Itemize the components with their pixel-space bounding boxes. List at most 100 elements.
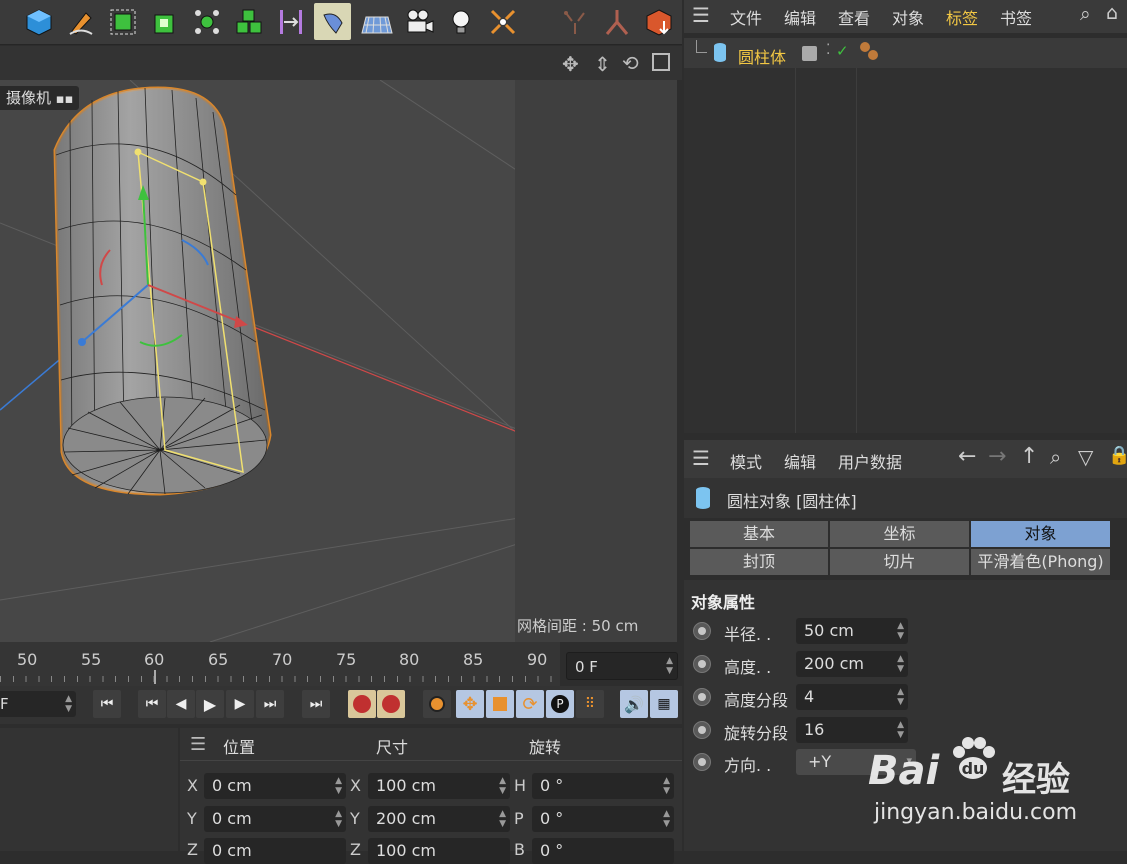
hamburger-menu-icon[interactable]: ☰ (692, 446, 710, 470)
lock-icon[interactable]: 🔒 (1108, 445, 1127, 466)
next-key-button[interactable]: ⏭ (256, 690, 284, 718)
object-name[interactable]: 圆柱体 (738, 44, 786, 68)
forward-arrow-icon[interactable]: → (988, 444, 1006, 469)
key-pla-icon[interactable]: ⠿ (576, 690, 604, 718)
current-frame-field[interactable]: 0 F ▲ ▼ (566, 652, 678, 680)
size-y-field[interactable]: 200 cm ▲ ▼ (368, 806, 510, 832)
tick-label: 75 (336, 650, 357, 669)
render-to-picture-icon[interactable] (640, 3, 677, 40)
tab-phong[interactable]: 平滑着色(Phong) (971, 549, 1110, 575)
tab-basic[interactable]: 基本 (690, 521, 828, 547)
key-position-icon[interactable]: ✥ (456, 690, 484, 718)
tab-coord[interactable]: 坐标 (830, 521, 969, 547)
play-button[interactable]: ▶ (196, 690, 224, 718)
tab-slice[interactable]: 切片 (830, 549, 969, 575)
orientation-value: +Y (808, 752, 832, 771)
radius-field[interactable]: 50 cm ▲ ▼ (796, 618, 908, 644)
playhead-marker[interactable] (154, 670, 156, 684)
go-to-end-button[interactable]: ⏭ (302, 690, 330, 718)
light-bulb-icon[interactable] (442, 3, 479, 40)
key-rotation-icon[interactable]: ⟳ (516, 690, 544, 718)
cloner-icon[interactable] (188, 3, 225, 40)
camera-icon[interactable] (400, 3, 437, 40)
camera-label[interactable]: 摄像机 ▪▪ (0, 86, 80, 110)
keyframe-toggle-icon[interactable] (693, 721, 711, 739)
maximize-view-icon[interactable] (652, 53, 670, 71)
tracer-icon[interactable] (484, 3, 521, 40)
watermark-url: jingyan.baidu.com (874, 800, 1078, 825)
keyframe-toggle-icon[interactable] (693, 753, 711, 771)
pos-y-field[interactable]: 0 cm ▲ ▼ (204, 806, 346, 832)
tick-label: 80 (399, 650, 420, 669)
move-view-icon[interactable]: ✥ (562, 52, 579, 76)
key-scale-icon[interactable] (486, 690, 514, 718)
pen-spline-icon[interactable] (62, 3, 99, 40)
back-arrow-icon[interactable]: ← (958, 444, 976, 469)
enabled-check-icon[interactable]: ✓ (836, 42, 849, 60)
material-tag-icon[interactable] (868, 50, 878, 60)
start-frame-field[interactable]: F ▲ ▼ (0, 691, 76, 717)
menu-edit[interactable]: 编辑 (784, 449, 816, 473)
tab-caps[interactable]: 封顶 (690, 549, 828, 575)
joint-icon[interactable] (598, 3, 635, 40)
extrude-icon[interactable] (146, 3, 183, 40)
hamburger-menu-icon[interactable]: ☰ (190, 734, 206, 755)
menu-file[interactable]: 文件 (730, 5, 762, 29)
playback-bar: F ▲ ▼ ⏮ ⏮ ◀ ▶ ▶ ⏭ ⏭ ✥ ⟳ P ⠿ 🔊 ▦ (0, 686, 682, 724)
pos-x-field[interactable]: 0 cm ▲ ▼ (204, 773, 346, 799)
key-parameter-icon[interactable]: P (546, 690, 574, 718)
keyframe-toggle-icon[interactable] (693, 655, 711, 673)
keyframe-toggle-icon[interactable] (693, 622, 711, 640)
sound-icon[interactable]: 🔊 (620, 690, 648, 718)
prev-key-button[interactable]: ⏮ (138, 690, 166, 718)
floor-plane-icon[interactable] (358, 3, 395, 40)
object-row-cylinder[interactable]: 圆柱体 ⁚ ✓ (684, 38, 1127, 68)
keyframe-selection-icon[interactable] (423, 690, 451, 718)
rotate-view-icon[interactable]: ⟲ (622, 51, 639, 75)
record-keys-icon[interactable] (348, 690, 376, 718)
deformer-active-icon[interactable] (314, 3, 351, 40)
xpresso-icon[interactable] (556, 3, 593, 40)
watermark-brand: Bai (868, 748, 940, 794)
timeline-ruler[interactable]: 50 55 60 65 70 75 80 85 90 (0, 642, 560, 686)
visibility-dots-icon[interactable]: ⁚ (826, 42, 830, 58)
prev-frame-button[interactable]: ◀ (167, 690, 195, 718)
cube-primitive-icon[interactable] (20, 3, 57, 40)
search-icon[interactable]: ⌕ (1050, 445, 1061, 469)
hamburger-menu-icon[interactable]: ☰ (692, 3, 710, 27)
coordinates-panel: ☰ 位置 尺寸 旋转 X 0 cm ▲ ▼ X 100 cm ▲ ▼ H 0 ° ▲ ▼ Y… (180, 728, 682, 864)
spinner-icon[interactable]: ▲ ▼ (65, 694, 72, 714)
home-icon[interactable]: ⌂ (1106, 2, 1118, 24)
rot-b-field[interactable]: 0 ° (532, 838, 674, 864)
deformer-bend-icon[interactable] (272, 3, 309, 40)
zoom-view-icon[interactable]: ⇕ (594, 52, 611, 76)
tab-object[interactable]: 对象 (971, 521, 1110, 547)
keyframe-toggle-icon[interactable] (693, 688, 711, 706)
object-list[interactable] (684, 68, 1127, 433)
up-arrow-icon[interactable]: ↑ (1020, 444, 1038, 469)
filter-icon[interactable]: ▽ (1078, 445, 1093, 469)
menu-view[interactable]: 查看 (838, 5, 870, 29)
menu-mode[interactable]: 模式 (730, 449, 762, 473)
film-icon[interactable]: ▦ (650, 690, 678, 718)
layer-icon[interactable] (802, 46, 817, 61)
menu-objects[interactable]: 对象 (892, 5, 924, 29)
go-to-start-button[interactable]: ⏮ (93, 690, 121, 718)
height-field[interactable]: 200 cm ▲ ▼ (796, 651, 908, 677)
menu-edit[interactable]: 编辑 (784, 5, 816, 29)
autokey-icon[interactable] (377, 690, 405, 718)
menu-user-data[interactable]: 用户数据 (838, 449, 902, 473)
rot-p-field[interactable]: 0 ° ▲ ▼ (532, 806, 674, 832)
menu-tags[interactable]: 标签 (946, 5, 978, 29)
search-icon[interactable]: ⌕ (1080, 3, 1091, 25)
next-frame-button[interactable]: ▶ (226, 690, 254, 718)
height-segments-field[interactable]: 4 ▲ ▼ (796, 684, 908, 710)
rot-h-field[interactable]: 0 ° ▲ ▼ (532, 773, 674, 799)
spinner-icon[interactable]: ▲ ▼ (666, 656, 673, 676)
subdivision-icon[interactable] (104, 3, 141, 40)
pos-z-field[interactable]: 0 cm (204, 838, 346, 864)
size-x-field[interactable]: 100 cm ▲ ▼ (368, 773, 510, 799)
mograph-cubes-icon[interactable] (230, 3, 267, 40)
menu-bookmarks[interactable]: 书签 (1000, 5, 1032, 29)
size-z-field[interactable]: 100 cm (368, 838, 510, 864)
